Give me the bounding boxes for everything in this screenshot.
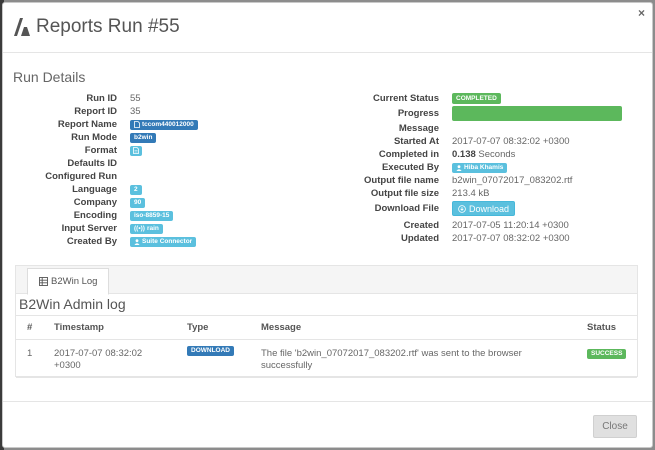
close-button[interactable]: Close: [593, 415, 637, 438]
cell-message: The file 'b2win_07072017_083202.rtf' was…: [250, 339, 576, 378]
detail-current-status: Current Status COMPLETED: [3, 92, 622, 105]
dialog-title: Reports Run #55: [36, 16, 180, 37]
run-details-heading: Run Details: [13, 69, 86, 85]
detail-updated: Updated 2017-07-07 08:32:02 +0300: [401, 233, 570, 244]
executed-by-badge: Hiba Khamis: [452, 162, 508, 173]
col-status: Status: [576, 315, 637, 340]
dialog-footer: Close: [3, 401, 652, 447]
table-header-row: # Timestamp Type Message Status: [16, 315, 637, 340]
status-badge: COMPLETED: [452, 93, 501, 104]
download-icon: [458, 204, 466, 213]
col-type: Type: [176, 315, 250, 340]
col-number: #: [16, 315, 43, 340]
cell-type: DOWNLOAD: [176, 339, 250, 378]
cell-number: 1: [16, 339, 43, 378]
table-row: 1 2017-07-07 08:32:02 +0300 DOWNLOAD The…: [16, 339, 637, 378]
cell-status: SUCCESS: [576, 339, 637, 378]
reports-run-dialog: Reports Run #55 × Run Details Run ID 55 …: [2, 2, 653, 448]
col-message: Message: [250, 315, 576, 340]
log-table: # Timestamp Type Message Status 1 2017-0…: [16, 315, 637, 378]
detail-output-file-size: Output file size 213.4 kB: [370, 188, 490, 199]
table-icon: [39, 277, 48, 286]
log-title: B2Win Admin log: [19, 296, 126, 312]
log-panel: B2Win Log B2Win Admin log # Timestamp Ty…: [15, 265, 638, 378]
detail-completed-in: Completed in 0.138 Seconds: [378, 149, 516, 160]
detail-created: Created 2017-07-05 11:20:14 +0300: [403, 220, 569, 231]
close-icon[interactable]: ×: [638, 6, 645, 20]
col-timestamp: Timestamp: [43, 315, 176, 340]
tab-b2win-log[interactable]: B2Win Log: [27, 268, 110, 295]
success-badge: SUCCESS: [587, 349, 627, 359]
cell-timestamp: 2017-07-07 08:32:02 +0300: [43, 339, 176, 378]
detail-progress: Progress: [3, 105, 622, 122]
app-logo-icon: [14, 18, 30, 36]
detail-executed-by: Executed By Hiba Khamis: [3, 161, 622, 174]
detail-started-at: Started At 2017-07-07 08:32:02 +0300: [393, 136, 570, 147]
detail-download-file: Download File Download: [3, 200, 622, 217]
tab-bar: B2Win Log: [16, 266, 637, 295]
download-button[interactable]: Download: [452, 201, 516, 216]
user-icon: [456, 164, 462, 171]
progress-bar: [452, 106, 622, 121]
detail-message: Message: [398, 123, 439, 134]
dialog-header: Reports Run #55 ×: [3, 3, 652, 53]
type-badge: DOWNLOAD: [187, 346, 234, 356]
details-right: Current Status COMPLETED Progress Messag…: [3, 92, 622, 245]
detail-output-file-name: Output file name b2win_07072017_083202.r…: [364, 175, 573, 186]
